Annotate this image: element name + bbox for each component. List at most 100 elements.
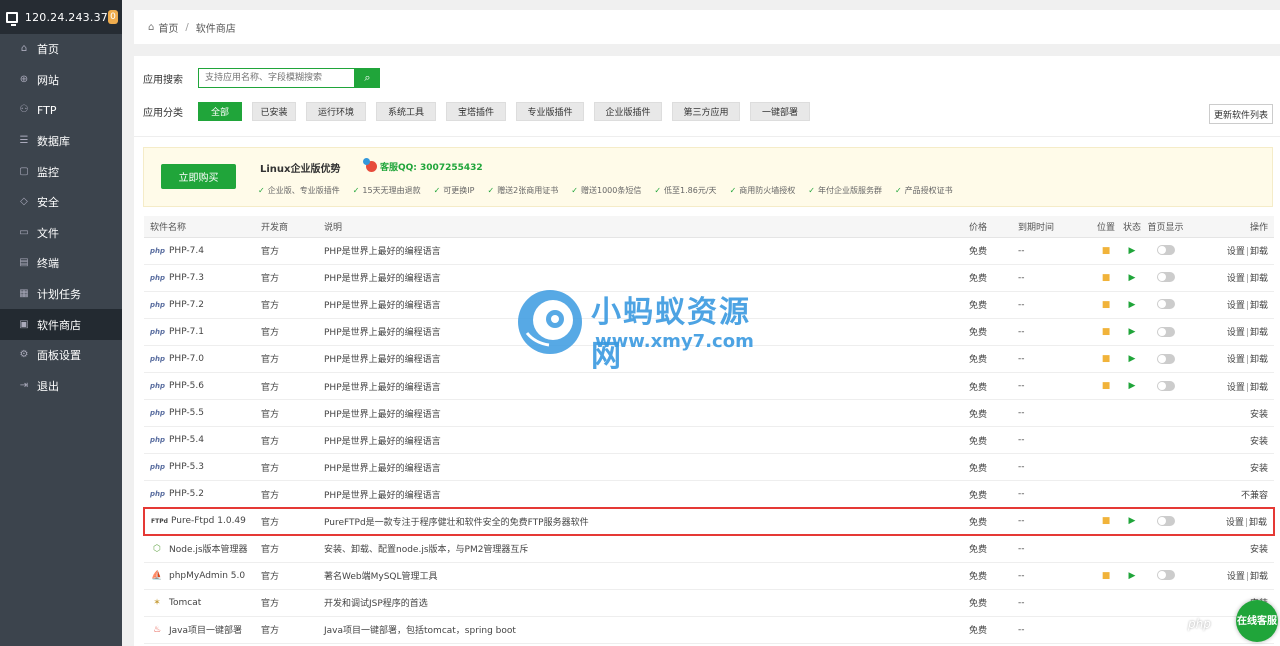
home-icon[interactable]: ⌂ bbox=[148, 22, 154, 33]
settings-link[interactable]: 设置 bbox=[1227, 247, 1245, 257]
folder-icon[interactable]: ■ bbox=[1102, 300, 1111, 310]
play-icon[interactable]: ▶ bbox=[1129, 300, 1136, 310]
promo-qq[interactable]: 客服QQ: 3007255432 bbox=[363, 158, 483, 173]
play-icon[interactable]: ▶ bbox=[1129, 327, 1136, 337]
location-cell: ■ bbox=[1093, 264, 1119, 292]
table-row: php PHP-5.6 官方 PHP是世界上最好的编程语言 免费 -- ■ ▶ 设置|卸载 bbox=[144, 372, 1274, 401]
category-tab[interactable]: 第三方应用 bbox=[672, 102, 740, 121]
update-software-list-button[interactable]: 更新软件列表 bbox=[1209, 104, 1273, 124]
folder-icon[interactable]: ■ bbox=[1102, 246, 1111, 256]
folder-icon[interactable]: ■ bbox=[1102, 354, 1111, 364]
play-icon[interactable]: ▶ bbox=[1129, 571, 1136, 581]
category-tab[interactable]: 一键部署 bbox=[750, 102, 810, 121]
sidebar-item-7[interactable]: ▤ 终端 bbox=[0, 248, 122, 279]
homepage-toggle[interactable] bbox=[1156, 516, 1175, 527]
category-tab[interactable]: 专业版插件 bbox=[516, 102, 584, 121]
server-header: 120.24.243.37 0 bbox=[0, 0, 122, 34]
category-tab[interactable]: 系统工具 bbox=[376, 102, 436, 121]
homepage-cell bbox=[1145, 237, 1186, 265]
status-cell: ▶ bbox=[1119, 562, 1145, 590]
category-tab[interactable]: 已安装 bbox=[252, 102, 296, 121]
folder-icon[interactable]: ■ bbox=[1102, 571, 1111, 581]
uninstall-link[interactable]: 卸载 bbox=[1250, 247, 1268, 257]
homepage-toggle[interactable] bbox=[1156, 299, 1175, 310]
location-cell: ■ bbox=[1093, 562, 1119, 590]
sidebar-item-3[interactable]: ☰ 数据库 bbox=[0, 126, 122, 157]
settings-link[interactable]: 设置 bbox=[1227, 301, 1245, 311]
install-link[interactable]: 安装 bbox=[1250, 545, 1268, 555]
actions-cell: 设置|卸载 bbox=[1186, 372, 1274, 401]
homepage-toggle[interactable] bbox=[1156, 326, 1175, 337]
settings-link[interactable]: 设置 bbox=[1227, 355, 1245, 365]
online-chat-button[interactable]: 在线客服 bbox=[1236, 600, 1278, 642]
folder-icon[interactable]: ■ bbox=[1102, 273, 1111, 283]
buy-now-button[interactable]: 立即购买 bbox=[161, 164, 236, 189]
uninstall-link[interactable]: 卸载 bbox=[1249, 518, 1267, 528]
uninstall-link[interactable]: 卸载 bbox=[1250, 355, 1268, 365]
homepage-toggle[interactable] bbox=[1156, 380, 1175, 391]
sidebar-item-4[interactable]: ▢ 监控 bbox=[0, 156, 122, 187]
homepage-toggle[interactable] bbox=[1156, 570, 1175, 581]
sidebar-item-1[interactable]: ⊕ 网站 bbox=[0, 65, 122, 96]
search-button[interactable]: ⌕ bbox=[355, 68, 380, 88]
col-price: 价格 bbox=[963, 216, 1012, 238]
settings-link[interactable]: 设置 bbox=[1227, 572, 1245, 582]
homepage-cell bbox=[1145, 453, 1186, 482]
sidebar-item-10[interactable]: ⚙ 面板设置 bbox=[0, 340, 122, 371]
settings-link[interactable]: 设置 bbox=[1227, 383, 1245, 393]
actions-cell: 设置|卸载 bbox=[1186, 506, 1275, 537]
category-tab[interactable]: 宝塔插件 bbox=[446, 102, 506, 121]
uninstall-link[interactable]: 卸载 bbox=[1250, 572, 1268, 582]
description: PHP是世界上最好的编程语言 bbox=[318, 426, 963, 455]
install-link[interactable]: 安装 bbox=[1250, 410, 1268, 420]
folder-icon[interactable]: ■ bbox=[1102, 327, 1111, 337]
location-cell bbox=[1093, 616, 1119, 644]
software-name-cell: ⛵ phpMyAdmin 5.0 bbox=[144, 562, 255, 590]
category-tab[interactable]: 运行环境 bbox=[306, 102, 366, 121]
breadcrumb-home[interactable]: 首页 bbox=[158, 20, 178, 35]
sidebar-item-0[interactable]: ⌂ 首页 bbox=[0, 34, 122, 65]
folder-icon[interactable]: ■ bbox=[1102, 381, 1111, 391]
description: PHP是世界上最好的编程语言 bbox=[318, 399, 963, 428]
software-store-panel: 应用搜索 ⌕ 应用分类 全部已安装运行环境系统工具宝塔插件专业版插件企业版插件第… bbox=[134, 56, 1280, 646]
expire-time: -- bbox=[1012, 480, 1093, 509]
category-tab[interactable]: 企业版插件 bbox=[594, 102, 662, 121]
install-link[interactable]: 安装 bbox=[1250, 464, 1268, 474]
homepage-toggle[interactable] bbox=[1156, 272, 1175, 283]
breadcrumb: ⌂ 首页 / 软件商店 bbox=[134, 10, 1280, 44]
play-icon[interactable]: ▶ bbox=[1129, 381, 1136, 391]
software-name-cell: FTPd Pure-Ftpd 1.0.49 bbox=[143, 506, 255, 537]
developer: 官方 bbox=[255, 345, 318, 373]
notification-badge[interactable]: 0 bbox=[107, 10, 118, 24]
homepage-toggle[interactable] bbox=[1156, 353, 1175, 364]
settings-link[interactable]: 设置 bbox=[1227, 328, 1245, 338]
sidebar-item-11[interactable]: ⇥ 退出 bbox=[0, 371, 122, 402]
uninstall-link[interactable]: 卸载 bbox=[1250, 328, 1268, 338]
play-icon[interactable]: ▶ bbox=[1129, 273, 1136, 283]
sidebar-item-8[interactable]: ▦ 计划任务 bbox=[0, 279, 122, 310]
category-tab[interactable]: 全部 bbox=[198, 102, 242, 121]
homepage-cell bbox=[1145, 480, 1186, 509]
uninstall-link[interactable]: 卸载 bbox=[1250, 383, 1268, 393]
sidebar-item-9[interactable]: ▣ 软件商店 bbox=[0, 309, 122, 340]
install-link[interactable]: 安装 bbox=[1250, 437, 1268, 447]
settings-link[interactable]: 设置 bbox=[1227, 274, 1245, 284]
sidebar-item-5[interactable]: ◇ 安全 bbox=[0, 187, 122, 218]
promo-feature: 产品授权证书 bbox=[895, 185, 953, 196]
homepage-toggle[interactable] bbox=[1156, 245, 1175, 256]
settings-link[interactable]: 设置 bbox=[1226, 518, 1244, 528]
sidebar-item-6[interactable]: ▭ 文件 bbox=[0, 218, 122, 249]
table-body: php PHP-7.4 官方 PHP是世界上最好的编程语言 免费 -- ■ ▶ 设置|卸载 php… bbox=[143, 237, 1275, 644]
play-icon[interactable]: ▶ bbox=[1129, 516, 1136, 526]
description: PHP是世界上最好的编程语言 bbox=[318, 264, 963, 292]
price: 免费 bbox=[963, 480, 1012, 509]
folder-icon[interactable]: ■ bbox=[1102, 516, 1111, 526]
search-input[interactable] bbox=[198, 68, 355, 88]
uninstall-link[interactable]: 卸载 bbox=[1250, 301, 1268, 311]
promo-feature: 商用防火墙授权 bbox=[730, 185, 795, 196]
play-icon[interactable]: ▶ bbox=[1129, 354, 1136, 364]
uninstall-link[interactable]: 卸载 bbox=[1250, 274, 1268, 284]
play-icon[interactable]: ▶ bbox=[1129, 246, 1136, 256]
sidebar-item-2[interactable]: ⚇ FTP bbox=[0, 95, 122, 126]
php-logo-icon: php bbox=[150, 409, 166, 418]
